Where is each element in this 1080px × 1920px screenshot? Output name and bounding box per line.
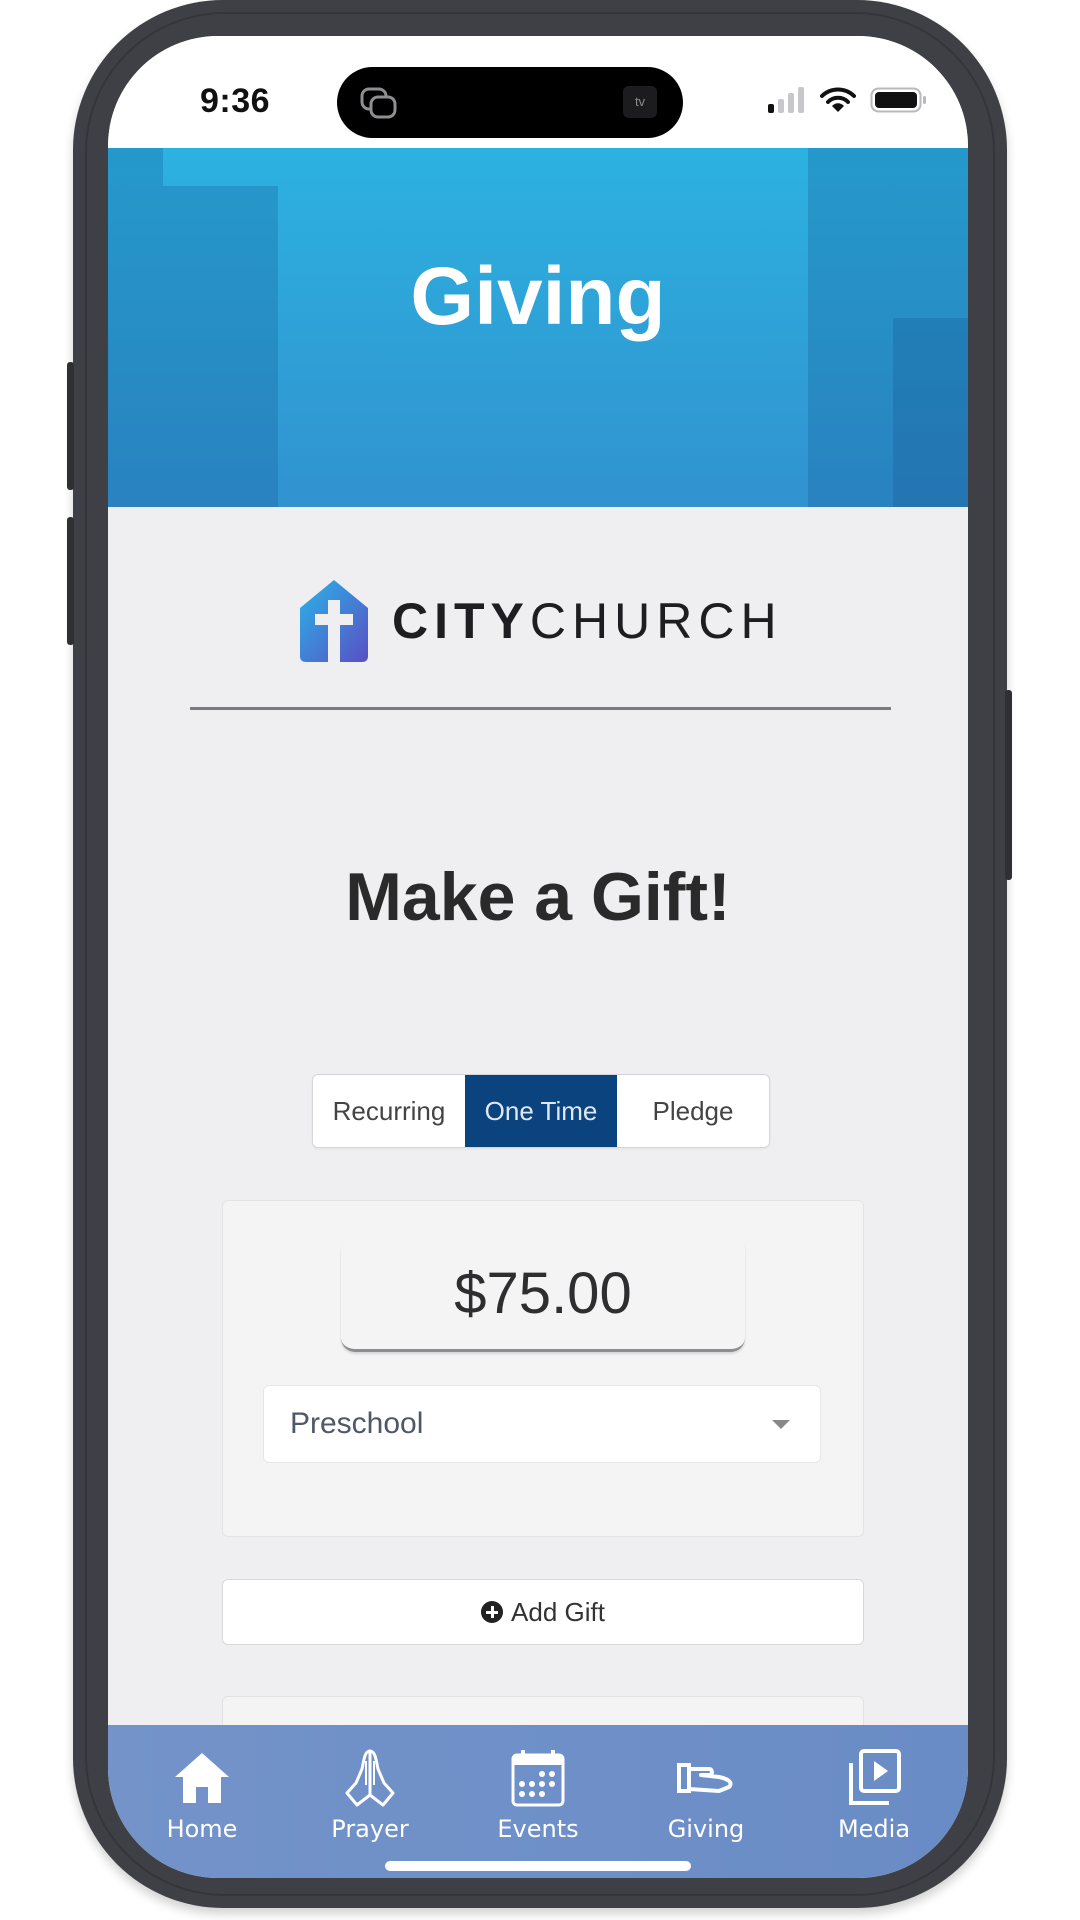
logo-wordmark: CITYCHURCH: [392, 593, 783, 649]
gift-frequency-tabs: Recurring One Time Pledge: [312, 1074, 770, 1148]
dynamic-island[interactable]: tv: [337, 67, 683, 138]
tab-events-label: Events: [497, 1815, 579, 1843]
gift-card: $75.00 Preschool: [222, 1200, 864, 1537]
page-header-banner: Giving: [108, 148, 968, 507]
building-left-decor: [163, 186, 278, 507]
apple-tv-icon: tv: [623, 86, 657, 118]
fund-select[interactable]: Preschool: [263, 1385, 821, 1463]
tab-prayer[interactable]: Prayer: [295, 1725, 445, 1845]
app-screen: 9:36 tv Giving CITYCHURCH Make a Gift! R…: [108, 36, 968, 1878]
tab-home-label: Home: [166, 1815, 238, 1843]
tab-media[interactable]: Media: [799, 1725, 949, 1845]
power-button: [1005, 690, 1012, 880]
tab-one-time[interactable]: One Time: [465, 1075, 617, 1147]
battery-icon: [870, 87, 926, 113]
fund-select-value: Preschool: [290, 1407, 424, 1440]
make-gift-heading: Make a Gift!: [345, 859, 731, 935]
building-right-decor: [893, 318, 968, 507]
calendar-icon: [511, 1750, 565, 1807]
chevron-down-icon: [772, 1420, 790, 1429]
tab-events[interactable]: Events: [463, 1725, 613, 1845]
home-icon: [175, 1753, 229, 1803]
home-indicator[interactable]: [385, 1861, 691, 1871]
status-time: 9:36: [200, 82, 271, 120]
tab-home[interactable]: Home: [127, 1725, 277, 1845]
add-gift-button[interactable]: Add Gift: [222, 1579, 864, 1645]
tab-recurring[interactable]: Recurring: [313, 1075, 465, 1147]
church-logo: CITYCHURCH: [298, 576, 783, 666]
status-bar: 9:36 tv: [108, 36, 968, 148]
volume-up-button: [67, 362, 74, 490]
tab-giving[interactable]: Giving: [631, 1725, 781, 1845]
tab-media-label: Media: [837, 1815, 911, 1843]
add-gift-label: Add Gift: [511, 1596, 605, 1627]
status-icons: [766, 84, 928, 116]
signal-icon: [768, 87, 804, 113]
praying-hands-icon: [345, 1749, 395, 1807]
tab-pledge[interactable]: Pledge: [617, 1075, 769, 1147]
giving-hand-icon: [677, 1763, 733, 1793]
church-house-cross-icon: [300, 580, 368, 662]
tab-prayer-label: Prayer: [331, 1815, 409, 1843]
page-title: Giving: [410, 251, 666, 342]
picture-in-picture-icon: [360, 87, 397, 119]
volume-down-button: [67, 517, 74, 645]
amount-input[interactable]: $75.00: [341, 1237, 745, 1352]
wifi-icon: [820, 87, 856, 112]
logo-divider: [190, 707, 891, 710]
plus-circle-icon: [481, 1601, 504, 1623]
bottom-tab-bar: Home Prayer Events Giving Media: [108, 1725, 968, 1878]
tab-giving-label: Giving: [667, 1815, 745, 1843]
media-play-icon: [849, 1749, 901, 1805]
